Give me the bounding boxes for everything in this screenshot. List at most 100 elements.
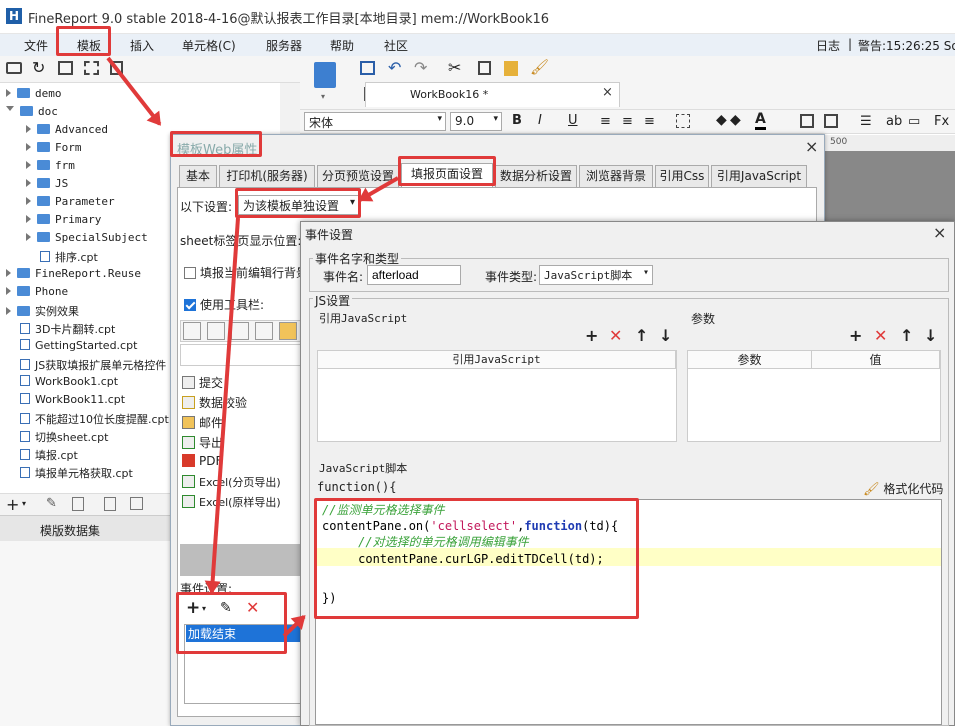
align-right-icon[interactable]: ≡	[644, 114, 655, 129]
image-icon[interactable]: ▭	[908, 114, 920, 129]
refresh-icon[interactable]: ↻	[32, 58, 45, 77]
tab-basic[interactable]: 基本	[179, 165, 217, 187]
merge-icon[interactable]	[824, 114, 838, 128]
tree-folder-item[interactable]: doc	[6, 105, 58, 118]
chevron-right-icon[interactable]	[6, 269, 11, 277]
delete-param-icon[interactable]: ✕	[874, 328, 887, 344]
preview-dataset-icon[interactable]	[104, 497, 116, 511]
menu-cell[interactable]: 单元格(C)	[182, 37, 236, 54]
export-icon[interactable]	[255, 322, 273, 340]
menu-community[interactable]: 社区	[384, 37, 408, 54]
chevron-right-icon[interactable]	[26, 179, 31, 187]
fill-color-icon[interactable]: ◆	[730, 112, 741, 128]
add-param-icon[interactable]: +	[849, 328, 862, 344]
move-up-ref-js-icon[interactable]: ↑	[635, 328, 648, 344]
button-export[interactable]: 导出	[182, 434, 223, 451]
tab-browser-bg[interactable]: 浏览器背景	[579, 165, 653, 187]
delete-dataset-icon[interactable]	[72, 497, 84, 511]
menu-help[interactable]: 帮助	[330, 37, 354, 54]
chevron-down-icon[interactable]: ▾	[321, 92, 325, 101]
button-excel-page[interactable]: Excel(分页导出)	[182, 474, 281, 490]
template-type-icon[interactable]	[314, 62, 336, 88]
tree-folder-item[interactable]: 实例效果	[6, 303, 79, 319]
alarm-status[interactable]: 警告:15:26:25 So	[858, 37, 955, 54]
add-ref-js-icon[interactable]: +	[585, 328, 598, 344]
chevron-right-icon[interactable]	[6, 307, 11, 315]
chevron-right-icon[interactable]	[6, 287, 11, 295]
underline-icon[interactable]: U	[568, 113, 578, 128]
format-code-button[interactable]: 🖌 格式化代码	[863, 480, 943, 497]
log-link[interactable]: 日志	[816, 37, 840, 54]
tree-file-item[interactable]: 3D卡片翻转.cpt	[6, 321, 115, 337]
italic-icon[interactable]: I	[538, 113, 542, 128]
edit-dataset-icon[interactable]: ✎	[46, 496, 57, 511]
move-down-ref-js-icon[interactable]: ↓	[659, 328, 672, 344]
tree-file-item[interactable]: JS获取填报扩展单元格控件	[6, 357, 166, 373]
spell-icon[interactable]: ☰	[860, 114, 872, 129]
wrap-icon[interactable]	[800, 114, 814, 128]
open-folder-icon[interactable]	[6, 62, 22, 74]
tree-file-item[interactable]: GettingStarted.cpt	[6, 339, 137, 352]
font-family-select[interactable]: 宋体 ▾	[304, 112, 446, 131]
copy-icon[interactable]	[478, 61, 491, 75]
grid-dataset-icon[interactable]	[130, 497, 143, 510]
font-size-select[interactable]: 9.0 ▾	[450, 112, 502, 131]
tree-file-item[interactable]: 填报单元格获取.cpt	[6, 465, 133, 481]
save-icon[interactable]	[183, 322, 201, 340]
menu-insert[interactable]: 插入	[130, 37, 154, 54]
tree-folder-item[interactable]: SpecialSubject	[26, 231, 148, 244]
tree-folder-item[interactable]: Advanced	[26, 123, 108, 136]
tree-file-item[interactable]: 不能超过10位长度提醒.cpt	[6, 411, 169, 427]
tab-template-dataset[interactable]: 模版数据集	[0, 515, 170, 541]
add-dataset-icon[interactable]: +	[6, 495, 19, 514]
chevron-right-icon[interactable]	[26, 233, 31, 241]
menu-file[interactable]: 文件	[24, 37, 48, 54]
tree-file-item[interactable]: 切换sheet.cpt	[6, 429, 108, 445]
event-name-input[interactable]	[367, 265, 461, 285]
edit-icon[interactable]	[207, 322, 225, 340]
fill-color-icon[interactable]: ◆	[716, 112, 727, 128]
move-up-param-icon[interactable]: ↑	[900, 328, 913, 344]
tree-folder-item[interactable]: Primary	[26, 213, 101, 226]
tree-folder-item[interactable]: Phone	[6, 285, 68, 298]
cut-icon[interactable]: ✂	[448, 58, 461, 77]
tree-file-item[interactable]: WorkBook11.cpt	[6, 393, 125, 406]
mail-icon[interactable]	[279, 322, 297, 340]
tab-ref-css[interactable]: 引用Css	[655, 165, 709, 187]
delete-ref-js-icon[interactable]: ✕	[609, 328, 622, 344]
tab-workbook16[interactable]: WorkBook16 * ×	[365, 82, 620, 107]
tab-print[interactable]: 打印机(服务器)	[219, 165, 315, 187]
tree-folder-item[interactable]: demo	[6, 87, 62, 100]
tree-folder-item[interactable]: JS	[26, 177, 68, 190]
tree-folder-item[interactable]: frm	[26, 159, 75, 172]
print-icon[interactable]	[231, 322, 249, 340]
button-excel-original[interactable]: Excel(原样导出)	[182, 494, 281, 510]
use-toolbar-checkbox[interactable]: 使用工具栏:	[184, 296, 264, 313]
save-icon[interactable]	[360, 61, 375, 75]
tree-folder-item[interactable]: FineReport.Reuse	[6, 267, 141, 280]
chevron-right-icon[interactable]	[26, 125, 31, 133]
font-color-icon[interactable]: A	[755, 111, 766, 130]
chevron-down-icon[interactable]	[6, 106, 14, 115]
border-icon[interactable]	[676, 114, 690, 128]
move-down-param-icon[interactable]: ↓	[924, 328, 937, 344]
close-icon[interactable]: ×	[805, 137, 818, 156]
template-icon[interactable]	[58, 61, 73, 75]
tab-ref-js[interactable]: 引用JavaScript	[711, 165, 807, 187]
close-tab-icon[interactable]: ×	[602, 85, 613, 100]
redo-icon[interactable]: ↷	[414, 58, 427, 77]
button-pdf[interactable]: PDF	[182, 454, 222, 468]
tree-file-item[interactable]: WorkBook1.cpt	[6, 375, 118, 388]
chevron-right-icon[interactable]	[6, 89, 11, 97]
tree-folder-item[interactable]: Parameter	[26, 195, 115, 208]
tree-file-item[interactable]: 排序.cpt	[26, 249, 98, 265]
text-ab-icon[interactable]: ab	[886, 114, 902, 129]
button-mail[interactable]: 邮件	[182, 414, 223, 431]
formula-icon[interactable]: Fx	[934, 114, 949, 129]
settings-icon[interactable]	[84, 61, 99, 75]
tab-data-analysis[interactable]: 数据分析设置	[495, 165, 577, 187]
undo-icon[interactable]: ↶	[388, 58, 401, 77]
chevron-right-icon[interactable]	[26, 161, 31, 169]
align-left-icon[interactable]: ≡	[600, 114, 611, 129]
chevron-right-icon[interactable]	[26, 215, 31, 223]
